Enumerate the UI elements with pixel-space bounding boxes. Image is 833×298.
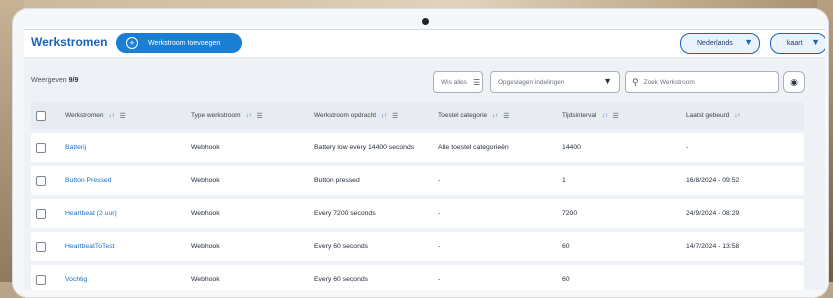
row-select-cell [36,265,46,290]
caret-down-icon: ▼ [811,37,820,47]
map-button[interactable]: kaart ▼ [770,33,825,54]
row-checkbox[interactable] [36,142,46,153]
workflows-table: Werkstromen ↓↑ ☰ Type werkstroom ↓↑ ☰ Werkst… [31,102,804,290]
workflow-command: Every 60 seconds [314,243,369,250]
workflow-command: Button pressed [314,177,360,184]
table-row[interactable]: HeartbeatToTest Webhook Every 60 seconds… [31,232,804,261]
workflow-type: Webhook [191,177,220,184]
row-checkbox[interactable] [36,175,46,186]
workflow-name-link[interactable]: Vochtig [65,265,87,290]
column-header-label: Werkstroom opdracht [314,112,377,119]
camera-icon [422,18,429,25]
page-title: Werkstromen [31,35,108,49]
time-interval: 7200 [562,210,578,217]
map-label: kaart [787,40,803,47]
sort-icon[interactable]: ↓↑ [492,113,498,119]
language-label: Nederlands [697,40,733,47]
visibility-toggle-button[interactable]: ◉ [783,71,805,93]
row-checkbox[interactable] [36,208,46,219]
clear-all-button[interactable]: Wis alles ☰ [433,71,483,93]
column-header[interactable]: Type werkstroom ↓↑ ☰ [191,102,263,129]
table-row[interactable]: Button Pressed Webhook Button pressed - … [31,166,804,195]
table-header: Werkstromen ↓↑ ☰ Type werkstroom ↓↑ ☰ Werkst… [31,102,804,129]
column-header-label: Werkstromen [65,112,104,119]
sort-icon[interactable]: ↓↑ [109,113,115,119]
search-placeholder: Zoek Werkstroom [643,78,695,86]
saved-layouts-dropdown[interactable]: Opgeslagen indelingen ▼ [490,71,620,93]
column-header[interactable]: Werkstroom opdracht ↓↑ ☰ [314,102,398,129]
workflow-name-link[interactable]: Heartbeat (2 uur) [65,199,117,228]
column-header[interactable]: Werkstromen ↓↑ ☰ [65,102,126,129]
sort-icon[interactable]: ↓↑ [246,113,252,119]
plus-icon: + [126,37,138,49]
workflow-command: Every 60 seconds [314,276,369,283]
column-header[interactable]: Laatst gebeurd ↓↑ [686,102,740,129]
saved-layouts-placeholder: Opgeslagen indelingen [498,78,565,86]
time-interval: 60 [562,276,570,283]
workflow-name-link[interactable]: HeartbeatToTest [65,232,115,261]
device-category: Alle toestel categorieën [438,144,509,151]
app-screen: Werkstromen + Werkstroom toevoegen Neder… [24,29,825,290]
filter-icon[interactable]: ☰ [257,112,263,120]
workflow-name-link[interactable]: Button Pressed [65,166,111,195]
eye-icon: ◉ [790,76,798,87]
sort-icon[interactable]: ↓↑ [734,113,740,119]
table-row[interactable]: Heartbeat (2 uur) Webhook Every 7200 sec… [31,199,804,228]
device-category: - [438,243,441,250]
last-occurred: 16/8/2024 - 09:52 [686,177,740,184]
filter-icon[interactable]: ☰ [120,112,126,120]
filter-icon: ☰ [473,77,481,87]
select-all-cell [36,102,46,129]
caret-down-icon: ▼ [603,76,612,86]
sort-icon[interactable]: ↓↑ [601,113,607,119]
add-workflow-label: Werkstroom toevoegen [148,39,221,47]
caret-down-icon: ▼ [744,37,753,47]
clear-all-label: Wis alles [441,78,468,86]
row-select-cell [36,199,46,228]
count-label: Weergeven [31,77,67,84]
language-select[interactable]: Nederlands ▼ [680,33,760,54]
device-category: - [438,177,441,184]
device-category: - [438,276,441,283]
time-interval: 60 [562,243,570,250]
column-header[interactable]: Tijdsinterval ↓↑ ☰ [562,102,619,129]
device-category: - [438,210,441,217]
last-occurred: 14/7/2024 - 13:58 [686,243,740,250]
workflow-type: Webhook [191,243,220,250]
select-all-checkbox[interactable] [36,110,46,121]
workflow-type: Webhook [191,210,220,217]
filter-icon[interactable]: ☰ [612,112,618,120]
search-icon: ⚲ [632,76,639,87]
workflow-command: Battery low every 14400 seconds [314,144,415,151]
workflow-command: Every 7200 seconds [314,210,376,217]
last-occurred: - [686,144,689,151]
row-checkbox[interactable] [36,274,46,285]
top-bar: Werkstromen + Werkstroom toevoegen Neder… [24,30,825,58]
result-count: Weergeven 9/9 [31,77,78,84]
column-header-label: Type werkstroom [191,112,241,119]
filter-icon[interactable]: ☰ [392,112,398,120]
table-row[interactable]: Batterij Webhook Battery low every 14400… [31,133,804,162]
row-select-cell [36,166,46,195]
add-workflow-button[interactable]: + Werkstroom toevoegen [116,33,242,53]
row-select-cell [36,232,46,261]
time-interval: 1 [562,177,566,184]
row-select-cell [36,133,46,162]
workflow-type: Webhook [191,144,220,151]
table-row[interactable]: Vochtig Webhook Every 60 seconds - 60 [31,265,804,290]
column-header-label: Toestel categorie [438,112,488,119]
last-occurred: 24/9/2024 - 08:29 [686,210,740,217]
column-header-label: Tijdsinterval [562,112,597,119]
workflow-name-link[interactable]: Batterij [65,133,86,162]
filter-icon[interactable]: ☰ [503,112,509,120]
column-header[interactable]: Toestel categorie ↓↑ ☰ [438,102,509,129]
row-checkbox[interactable] [36,241,46,252]
time-interval: 14400 [562,144,581,151]
search-input[interactable]: ⚲ Zoek Werkstroom [625,71,779,93]
count-value: 9/9 [68,77,79,84]
sort-icon[interactable]: ↓↑ [381,113,387,119]
column-header-label: Laatst gebeurd [686,112,730,119]
workflow-type: Webhook [191,276,220,283]
